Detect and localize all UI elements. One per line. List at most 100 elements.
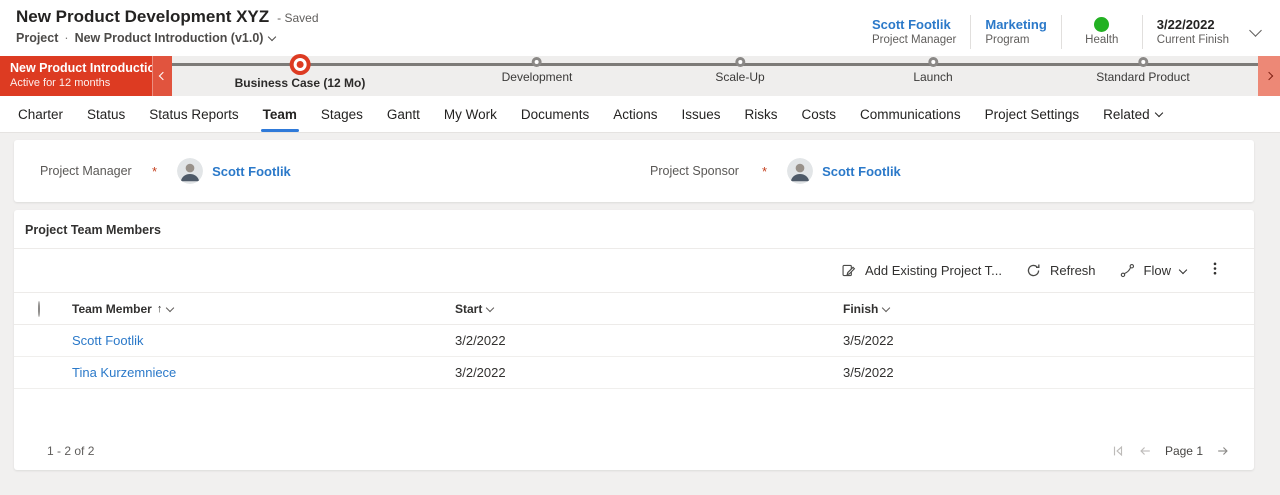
stage-development[interactable]: Development	[501, 56, 573, 84]
project-people-form: Project Manager * Scott Footlik Project …	[14, 140, 1254, 202]
start-date-cell: 3/2/2022	[455, 333, 506, 348]
grid-footer: 1 - 2 of 2 Page 1	[14, 432, 1254, 470]
summary-label: Project Manager	[872, 33, 957, 46]
summary-label: Health	[1085, 33, 1119, 46]
summary-program: Marketing Program	[981, 16, 1050, 48]
summary-current-finish: 3/22/2022 Current Finish	[1153, 16, 1233, 48]
stage-label: Scale-Up	[715, 70, 765, 84]
tab-project-settings[interactable]: Project Settings	[977, 96, 1088, 132]
field-label: Project Manager	[40, 164, 132, 178]
project-manager-value-link[interactable]: Scott Footlik	[212, 164, 291, 179]
summary-label: Current Finish	[1156, 33, 1229, 46]
column-header-team-member[interactable]: Team Member ↑	[58, 302, 441, 316]
collapse-header-chevron-icon[interactable]	[1249, 24, 1262, 37]
sort-ascending-icon: ↑	[156, 302, 163, 315]
project-sponsor-value-link[interactable]: Scott Footlik	[822, 164, 901, 179]
tab-my-work[interactable]: My Work	[436, 96, 505, 132]
stage-marker-icon	[532, 57, 542, 67]
finish-date-cell: 3/5/2022	[843, 365, 894, 380]
bpf-scroll-left-button[interactable]	[152, 56, 172, 96]
finish-date-cell: 3/5/2022	[843, 333, 894, 348]
divider	[1141, 14, 1143, 49]
refresh-button[interactable]: Refresh	[1016, 257, 1106, 284]
add-existing-button[interactable]: Add Existing Project T...	[831, 257, 1012, 284]
previous-page-button[interactable]	[1138, 444, 1152, 458]
header-summary-fields: Scott Footlik Project Manager Marketing …	[868, 7, 1266, 56]
chevron-down-icon	[1178, 265, 1188, 274]
tab-risks[interactable]: Risks	[737, 96, 786, 132]
project-team-members-section: Project Team Members Add Existing Projec…	[14, 210, 1254, 470]
required-asterisk: *	[762, 163, 768, 179]
tab-issues[interactable]: Issues	[673, 96, 728, 132]
project-manager-field: Project Manager * Scott Footlik	[40, 158, 650, 184]
grid-toolbar: Add Existing Project T... Refresh Flow	[14, 249, 1254, 293]
program-link[interactable]: Marketing	[985, 16, 1046, 33]
app-window: New Product Development XYZ - Saved Proj…	[0, 0, 1280, 495]
team-member-link[interactable]: Scott Footlik	[72, 333, 144, 348]
breadcrumb-separator: ·	[64, 31, 69, 45]
more-commands-button[interactable]	[1200, 255, 1230, 287]
tab-charter[interactable]: Charter	[10, 96, 71, 132]
business-process-flow: New Product Introduction Active for 12 m…	[0, 54, 1280, 96]
team-member-link[interactable]: Tina Kurzemniece	[72, 365, 176, 380]
select-all-checkbox[interactable]	[38, 300, 40, 317]
stage-scale-up[interactable]: Scale-Up	[715, 56, 765, 84]
table-row[interactable]: Scott Footlik 3/2/2022 3/5/2022	[14, 325, 1254, 357]
tab-status-reports[interactable]: Status Reports	[141, 96, 246, 132]
tab-costs[interactable]: Costs	[794, 96, 845, 132]
tab-communications[interactable]: Communications	[852, 96, 969, 132]
tab-actions[interactable]: Actions	[605, 96, 665, 132]
bpf-process-name: New Product Introduction	[10, 61, 163, 75]
stage-launch[interactable]: Launch	[913, 56, 953, 84]
tab-documents[interactable]: Documents	[513, 96, 597, 132]
divider	[1060, 14, 1062, 49]
stage-label: Development	[501, 70, 573, 84]
project-sponsor-field: Project Sponsor * Scott Footlik	[650, 158, 1254, 184]
flow-icon	[1120, 263, 1134, 278]
section-title: Project Team Members	[14, 210, 1254, 249]
bpf-process-status: Active for 12 months	[10, 77, 111, 89]
stage-marker-icon	[928, 57, 938, 67]
summary-label: Program	[985, 33, 1030, 46]
refresh-icon	[1027, 264, 1040, 277]
bpf-scroll-right-button[interactable]	[1258, 56, 1280, 96]
project-manager-link[interactable]: Scott Footlik	[872, 16, 956, 33]
table-row[interactable]: Tina Kurzemniece 3/2/2022 3/5/2022	[14, 357, 1254, 389]
stage-business-case[interactable]: Business Case (12 Mo)	[235, 54, 365, 90]
breadcrumb-entity: Project	[16, 31, 59, 45]
save-status: - Saved	[277, 11, 319, 25]
record-count: 1 - 2 of 2	[47, 444, 95, 458]
stage-label: Standard Product	[1096, 70, 1190, 84]
start-date-cell: 3/2/2022	[455, 365, 506, 380]
column-header-finish[interactable]: Finish	[829, 302, 1254, 316]
tab-status[interactable]: Status	[79, 96, 133, 132]
tab-bar: Charter Status Status Reports Team Stage…	[0, 96, 1280, 133]
summary-project-manager: Scott Footlik Project Manager	[868, 16, 960, 48]
breadcrumb-record-switcher[interactable]: New Product Introduction (v1.0)	[75, 31, 264, 45]
divider	[970, 14, 972, 49]
tab-related[interactable]: Related	[1095, 96, 1170, 132]
next-page-button[interactable]	[1216, 444, 1230, 458]
chevron-down-icon	[166, 303, 175, 312]
header-bar: New Product Development XYZ - Saved Proj…	[0, 0, 1280, 56]
active-stage-marker-icon	[289, 54, 311, 75]
page-number: Page 1	[1164, 444, 1203, 458]
chevron-down-icon	[486, 303, 495, 312]
required-asterisk: *	[152, 163, 158, 179]
bpf-banner: New Product Introduction Active for 12 m…	[0, 56, 163, 96]
tab-gantt[interactable]: Gantt	[379, 96, 428, 132]
flow-button[interactable]: Flow	[1110, 257, 1196, 284]
stage-marker-icon	[734, 57, 745, 67]
grid-header-row: Team Member ↑ Start Finish	[14, 293, 1254, 325]
breadcrumb: Project · New Product Introduction (v1.0…	[16, 31, 319, 45]
avatar	[177, 158, 204, 184]
chevron-left-icon	[158, 71, 167, 81]
tab-team[interactable]: Team	[255, 96, 305, 132]
tab-stages[interactable]: Stages	[313, 96, 371, 132]
chevron-down-icon[interactable]	[268, 32, 277, 42]
first-page-button[interactable]	[1111, 444, 1125, 458]
column-header-start[interactable]: Start	[441, 302, 829, 316]
pagination: Page 1	[1111, 444, 1230, 458]
stage-standard-product[interactable]: Standard Product	[1096, 56, 1190, 84]
chevron-down-icon	[882, 303, 891, 312]
